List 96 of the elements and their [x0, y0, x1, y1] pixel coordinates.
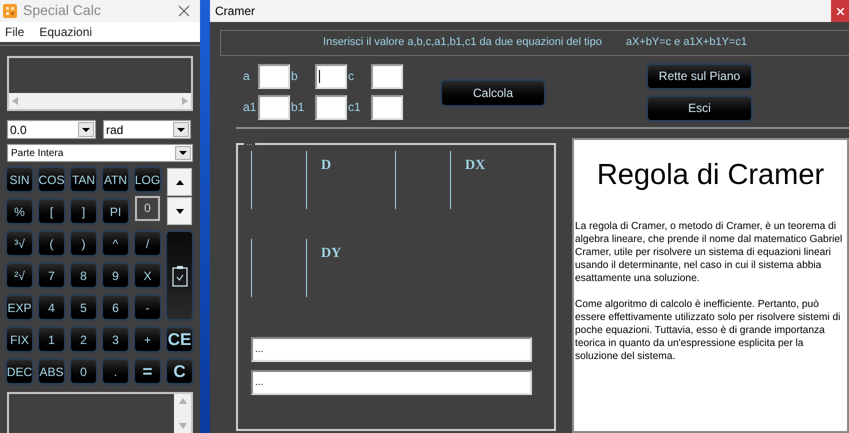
calculator-key[interactable]: ATN — [103, 168, 128, 192]
determinant-bracket — [395, 151, 451, 209]
calculator-key[interactable]: 5 — [71, 296, 96, 320]
input-field[interactable] — [258, 64, 290, 89]
scroll-down-button[interactable] — [167, 197, 192, 226]
calculator-key[interactable]: EXP — [7, 296, 32, 320]
calculator-key[interactable]: = — [135, 360, 160, 384]
dropdown-value: 0.0 — [10, 122, 27, 139]
calculator-key[interactable]: 6 — [103, 296, 128, 320]
calculator-key[interactable]: 8 — [71, 264, 96, 288]
determinant-bracket — [251, 239, 307, 297]
scroll-up-icon[interactable] — [178, 398, 186, 404]
calculator-key[interactable]: / — [135, 232, 160, 256]
horizontal-scrollbar[interactable] — [9, 93, 191, 110]
input-field[interactable] — [371, 94, 403, 120]
field-label: b — [290, 68, 299, 86]
field-label: c1 — [347, 99, 362, 116]
instruction-text: Inserisci il valore a,b,c,a1,b1,c1 da due equazioni del tipo — [323, 35, 602, 50]
up-arrow-icon — [176, 180, 184, 185]
close-button[interactable] — [831, 0, 849, 22]
calculator-key[interactable]: - — [135, 296, 160, 320]
menu-item[interactable]: File — [5, 22, 24, 41]
determinant-label: DX — [465, 157, 486, 173]
calculate-button[interactable]: Calcola — [442, 80, 544, 105]
window-title: Cramer — [215, 3, 256, 20]
scroll-right-icon[interactable] — [182, 97, 188, 106]
determinant-bracket — [251, 151, 307, 209]
precision-dropdown[interactable]: 0.0 — [7, 120, 96, 140]
calculator-key[interactable]: X — [135, 264, 160, 288]
calculator-key[interactable]: CE — [167, 328, 192, 352]
calculator-key[interactable]: % — [7, 200, 32, 224]
calculator-key[interactable]: ³√ — [7, 232, 32, 256]
calculator-key[interactable]: + — [135, 328, 160, 352]
determinant-label: DY — [321, 245, 342, 261]
result-field: ... — [251, 370, 532, 395]
calculator-key[interactable]: 9 — [103, 264, 128, 288]
info-paragraph: Come algoritmo di calcolo è inefficiente. Pertanto, può essere effettivamente utilizzato solo per risolvere sistemi di poche equazioni. Tuttavia, esso è di grande importanza teorica in quanto da un'espressione esplicita per la soluzione del sistema. — [575, 298, 842, 362]
text-cursor — [319, 70, 320, 83]
close-icon[interactable] — [178, 4, 190, 17]
calculator-key[interactable]: ABS — [39, 360, 64, 384]
action-button[interactable]: Rette sul Piano — [648, 64, 751, 88]
field-label: c — [347, 68, 355, 86]
input-field[interactable] — [315, 64, 347, 89]
calculator-key[interactable]: ^ — [103, 232, 128, 256]
scroll-left-icon[interactable] — [12, 97, 18, 106]
memory-display: 0 — [135, 196, 160, 222]
input-field[interactable] — [315, 94, 347, 120]
field-label: a — [242, 68, 251, 86]
calculator-key[interactable]: 7 — [39, 264, 64, 288]
app-icon — [3, 4, 17, 18]
input-field[interactable] — [258, 94, 290, 120]
mode-dropdown[interactable]: Parte Intera — [7, 144, 193, 162]
clipboard-icon — [172, 264, 188, 287]
calculator-key[interactable]: . — [103, 360, 128, 384]
calculator-key[interactable]: TAN — [71, 168, 96, 192]
action-button[interactable]: Esci — [648, 96, 751, 120]
calculator-key[interactable]: 1 — [39, 328, 64, 352]
calculator-key[interactable]: ) — [71, 232, 96, 256]
calculator-key[interactable]: FIX — [7, 328, 32, 352]
calculator-key[interactable]: ] — [71, 200, 96, 224]
scroll-down-icon[interactable] — [178, 423, 186, 430]
scroll-up-button[interactable] — [167, 168, 192, 196]
dropdown-value: Parte Intera — [11, 146, 64, 161]
calculator-key[interactable]: COS — [39, 168, 64, 192]
calculator-key[interactable]: C — [167, 360, 192, 384]
dropdown-arrow-icon — [82, 128, 90, 132]
calculator-key[interactable]: 0 — [71, 360, 96, 384]
calculator-key[interactable]: SIN — [7, 168, 32, 192]
calculator-key[interactable]: ( — [39, 232, 64, 256]
calculator-key[interactable]: DEC — [7, 360, 32, 384]
menu-item[interactable]: Equazioni — [39, 22, 92, 41]
equation-text: aX+bY=c e a1X+b1Y=c1 — [626, 35, 747, 50]
field-label: b1 — [290, 99, 306, 116]
down-arrow-icon — [176, 208, 184, 214]
calculator-key[interactable]: [ — [39, 200, 64, 224]
calculator-key[interactable]: ²√ — [7, 264, 32, 288]
calculator-key[interactable]: PI — [103, 200, 128, 224]
window-title: Special Calc — [23, 1, 101, 20]
info-title: Regola di Cramer — [596, 158, 826, 193]
input-field[interactable] — [371, 64, 403, 89]
angle-unit-dropdown[interactable]: rad — [103, 120, 191, 140]
result-field: ... — [251, 337, 532, 362]
calculator-key[interactable]: 3 — [103, 328, 128, 352]
vertical-scrollbar[interactable] — [174, 394, 191, 433]
dropdown-arrow-icon — [179, 151, 187, 156]
info-paragraph: La regola di Cramer, o metodo di Cramer, è un teorema di algebra lineare, che prende il nome dal matematico Gabriel Cramer, utile per risolvere un sistema di equazioni lineari usando il determinante, nel caso in cui il sistema abbia esattamente una soluzione. — [575, 220, 844, 284]
calculator-key[interactable]: LOG — [135, 168, 160, 192]
calculator-key[interactable]: 4 — [39, 296, 64, 320]
determinant-label: D — [321, 157, 332, 173]
clipboard-button[interactable] — [167, 232, 192, 320]
close-icon — [836, 8, 844, 14]
calculator-key[interactable]: 2 — [71, 328, 96, 352]
output-area[interactable] — [7, 392, 193, 433]
dropdown-value: rad — [106, 122, 124, 139]
dropdown-arrow-icon — [177, 128, 185, 132]
field-label: a1 — [242, 99, 258, 116]
